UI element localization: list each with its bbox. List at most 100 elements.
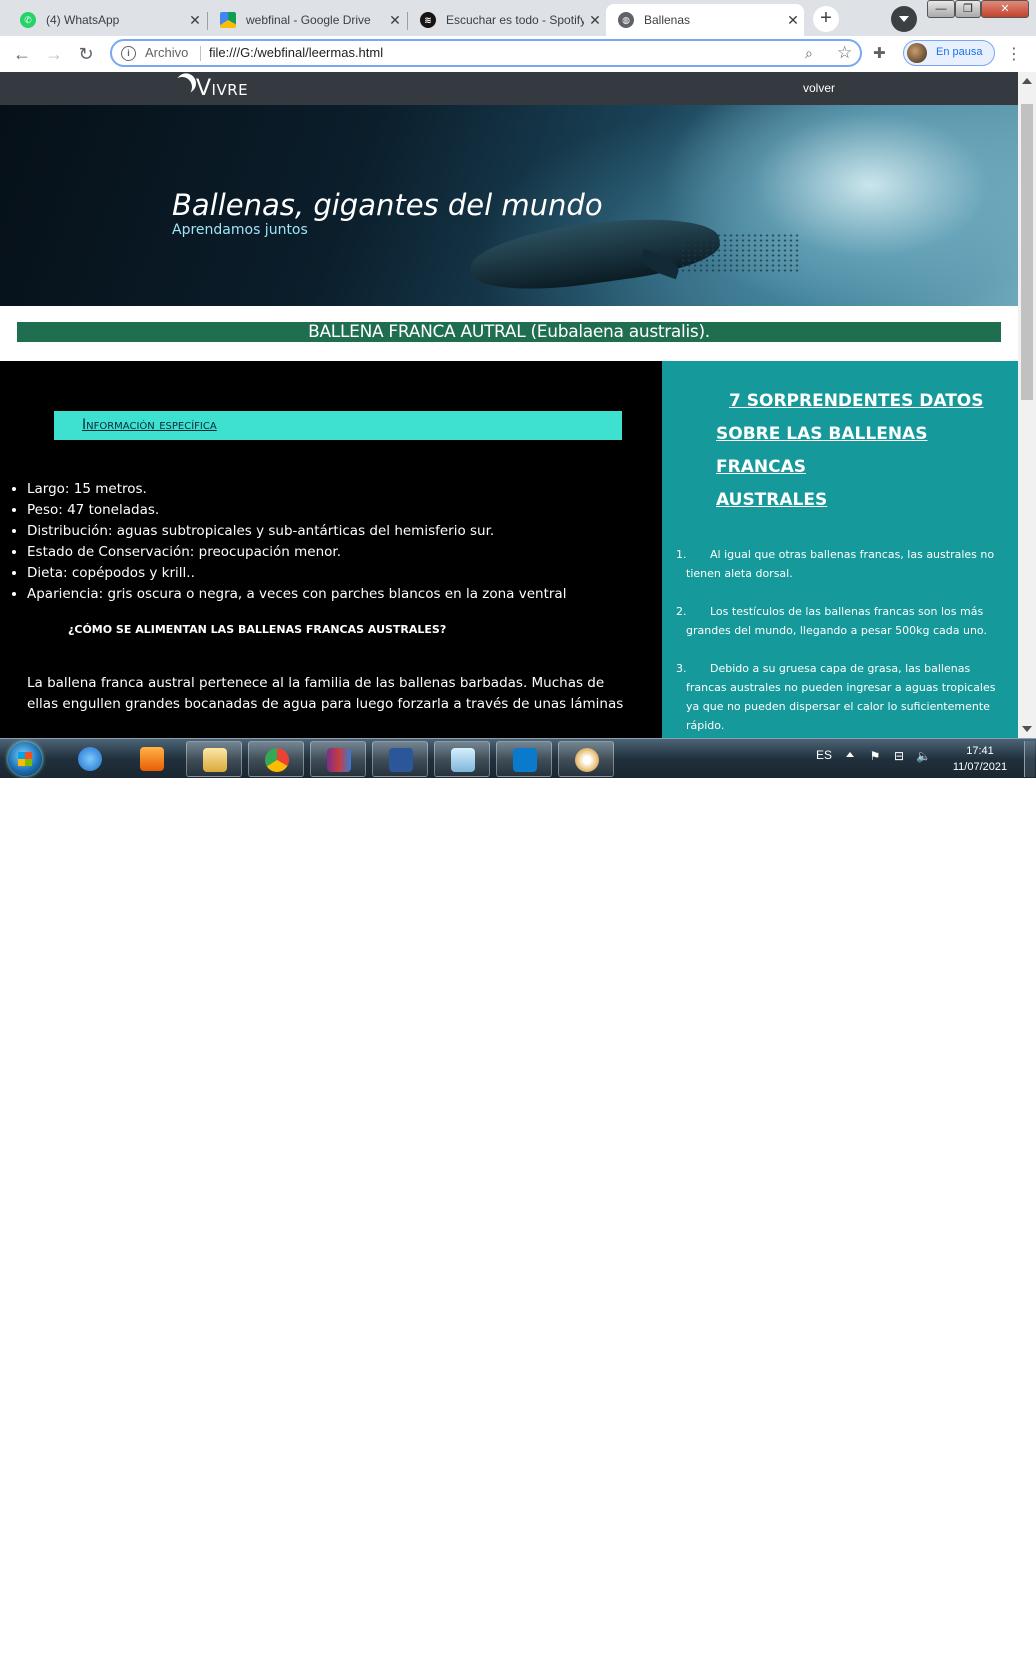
- vscode-icon[interactable]: [496, 741, 552, 777]
- spotify-icon: ≋: [420, 12, 436, 28]
- item-number: 3.: [676, 662, 687, 675]
- close-tab-icon[interactable]: ✕: [782, 12, 804, 29]
- sidebar-title-line: AUSTRALES: [716, 490, 828, 510]
- url-text[interactable]: file:///G:/webfinal/leermas.html: [209, 45, 383, 60]
- security-label: Archivo: [145, 45, 189, 60]
- media-player-icon[interactable]: [124, 741, 180, 777]
- site-navbar: Vivre volver: [0, 72, 1018, 105]
- maximize-button[interactable]: ❐: [955, 0, 981, 18]
- winrar-icon[interactable]: [310, 741, 366, 777]
- tab-title: Ballenas: [644, 13, 691, 27]
- minimize-button[interactable]: —: [927, 0, 955, 18]
- moon-icon: [169, 74, 195, 100]
- show-hidden-icons-icon[interactable]: [846, 752, 854, 757]
- reload-icon[interactable]: ↻: [74, 42, 98, 66]
- show-desktop-button[interactable]: [1024, 741, 1035, 777]
- network-icon[interactable]: ⊟: [892, 749, 906, 763]
- close-tab-icon[interactable]: ✕: [384, 12, 406, 29]
- list-item: 3. Debido a su gruesa capa de grasa, las…: [676, 659, 1006, 735]
- zoom-icon[interactable]: ⌕: [805, 45, 813, 62]
- info-icon[interactable]: i: [121, 46, 136, 61]
- extensions-puzzle-icon[interactable]: ✚: [873, 44, 886, 62]
- scroll-down-icon[interactable]: [1022, 726, 1032, 732]
- info-column: Información específica Largo: 15 metros.…: [0, 361, 662, 738]
- google-drive-icon: [220, 12, 236, 28]
- hero-title: Ballenas, gigantes del mundo: [172, 188, 603, 222]
- volume-icon[interactable]: 🔈: [916, 749, 931, 763]
- list-item: Largo: 15 metros.: [27, 479, 566, 500]
- close-tab-icon[interactable]: ✕: [584, 12, 606, 29]
- close-window-button[interactable]: ✕: [981, 0, 1029, 18]
- notepad-icon[interactable]: [434, 741, 490, 777]
- scrollbar-thumb[interactable]: [1021, 104, 1033, 400]
- forward-arrow-icon[interactable]: →: [42, 42, 66, 66]
- list-item: 1. Al igual que otras ballenas francas, …: [676, 545, 1006, 583]
- item-number: 1.: [676, 548, 687, 561]
- action-center-flag-icon[interactable]: ⚑: [868, 749, 882, 763]
- profile-status: En pausa: [936, 46, 983, 58]
- address-bar[interactable]: i Archivo file:///G:/webfinal/leermas.ht…: [110, 39, 862, 67]
- close-tab-icon[interactable]: ✕: [184, 12, 206, 29]
- system-clock[interactable]: 17:41 11/07/2021: [944, 743, 1016, 775]
- tab-title: webfinal - Google Drive: [246, 13, 371, 27]
- whatsapp-icon: ✆: [20, 12, 36, 28]
- bookmark-star-icon[interactable]: ☆: [837, 43, 852, 63]
- scroll-up-icon[interactable]: [1022, 78, 1032, 84]
- brand-text: Vivre: [196, 76, 249, 101]
- internet-explorer-icon[interactable]: [62, 741, 118, 777]
- list-item: Distribución: aguas subtropicales y sub-…: [27, 521, 566, 542]
- paint-icon[interactable]: [558, 741, 614, 777]
- item-text: Debido a su gruesa capa de grasa, las ba…: [686, 662, 996, 732]
- facts-list: Largo: 15 metros. Peso: 47 toneladas. Di…: [10, 479, 566, 605]
- sidebar-title: 7 SORPRENDENTES DATOS SOBRE LAS BALLENAS…: [716, 385, 986, 517]
- species-section: BALLENA FRANCA AUTRAL (Eubalaena austral…: [0, 306, 1018, 362]
- facts-sidebar: 7 SORPRENDENTES DATOS SOBRE LAS BALLENAS…: [662, 361, 1018, 738]
- list-item: Dieta: copépodos y krill..: [27, 563, 566, 584]
- address-divider: [200, 46, 201, 61]
- tab-ballenas[interactable]: ◍ Ballenas ✕: [606, 4, 804, 36]
- clock-date: 11/07/2021: [952, 761, 1008, 773]
- list-item: Peso: 47 toneladas.: [27, 500, 566, 521]
- site-brand[interactable]: Vivre: [176, 75, 248, 101]
- chrome-icon[interactable]: [248, 741, 304, 777]
- info-heading-box: Información específica: [54, 411, 622, 440]
- list-item: 2. Los testículos de las ballenas franca…: [676, 602, 1006, 640]
- windows-taskbar: ES ⚑ ⊟ 🔈 17:41 11/07/2021: [0, 738, 1036, 778]
- new-tab-button[interactable]: +: [813, 6, 839, 32]
- species-title: BALLENA FRANCA AUTRAL (Eubalaena austral…: [17, 322, 1001, 342]
- avatar: [907, 43, 927, 63]
- item-number: 2.: [676, 605, 687, 618]
- page-scrollbar[interactable]: [1018, 72, 1036, 738]
- profile-button[interactable]: En pausa: [903, 40, 995, 66]
- numbered-facts-list: 1. Al igual que otras ballenas francas, …: [676, 545, 1006, 738]
- volver-link[interactable]: volver: [803, 81, 835, 95]
- globe-icon: ◍: [618, 12, 634, 28]
- kebab-menu-icon[interactable]: ⋮: [1006, 44, 1022, 64]
- list-item: Estado de Conservación: preocupación men…: [27, 542, 566, 563]
- file-explorer-icon[interactable]: [186, 741, 242, 777]
- page-viewport: Vivre volver Ballenas, gigantes del mund…: [0, 72, 1018, 738]
- hero-subtitle: Aprendamos juntos: [172, 222, 308, 238]
- tab-whatsapp[interactable]: ✆ (4) WhatsApp ✕: [8, 4, 206, 36]
- item-text: Al igual que otras ballenas francas, las…: [686, 548, 995, 580]
- browser-toolbar: ← → ↻ i Archivo file:///G:/webfinal/leer…: [0, 36, 1036, 73]
- language-indicator[interactable]: ES: [816, 748, 832, 762]
- question-heading: ¿CÓMO SE ALIMENTAN LAS BALLENAS FRANCAS …: [68, 623, 447, 636]
- start-button[interactable]: [8, 742, 42, 776]
- info-heading: Información específica: [82, 417, 217, 433]
- sidebar-title-line: 7 SORPRENDENTES DATOS: [729, 391, 984, 411]
- screen: ✆ (4) WhatsApp ✕ webfinal - Google Drive…: [0, 0, 1036, 778]
- hero-banner: Ballenas, gigantes del mundo Aprendamos …: [0, 105, 1018, 306]
- tab-search-button[interactable]: [891, 6, 917, 32]
- back-arrow-icon[interactable]: ←: [10, 42, 34, 66]
- tab-spotify[interactable]: ≋ Escuchar es todo - Spotify ✕: [408, 4, 606, 36]
- clock-time: 17:41: [966, 745, 994, 757]
- tab-strip: ✆ (4) WhatsApp ✕ webfinal - Google Drive…: [0, 0, 1036, 36]
- word-icon[interactable]: [372, 741, 428, 777]
- fish-school-image: [680, 233, 800, 273]
- tab-google-drive[interactable]: webfinal - Google Drive ✕: [208, 4, 406, 36]
- tab-title: (4) WhatsApp: [46, 13, 120, 27]
- tab-title: Escuchar es todo - Spotify: [446, 13, 584, 27]
- list-item: Apariencia: gris oscura o negra, a veces…: [27, 584, 566, 605]
- item-text: Los testículos de las ballenas francas s…: [686, 605, 987, 637]
